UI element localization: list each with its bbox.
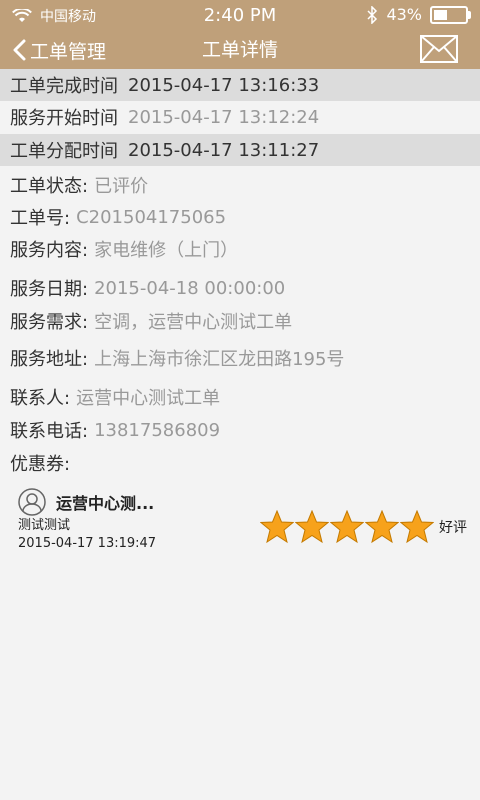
start-time-row: 服务开始时间 2015-04-17 13:12:24 xyxy=(0,101,480,133)
service-date-label: 服务日期: xyxy=(10,279,89,300)
reviewer-name: 运营中心测... xyxy=(56,494,155,513)
back-label: 工单管理 xyxy=(30,40,107,63)
assigned-time-row: 工单分配时间 2015-04-17 13:11:27 xyxy=(0,134,480,166)
battery-icon xyxy=(430,5,471,24)
contact-phone: 联系电话: 13817586809 xyxy=(10,417,220,443)
completed-time-row: 工单完成时间 2015-04-17 13:16:33 xyxy=(0,69,480,101)
status-right: 43% xyxy=(366,5,471,24)
service-date: 服务日期: 2015-04-18 00:00:00 xyxy=(10,275,285,301)
battery-percent: 43% xyxy=(386,5,422,24)
bluetooth-icon xyxy=(367,5,378,24)
order-status-value: 已评价 xyxy=(94,176,149,197)
review-time: 2015-04-17 13:19:47 xyxy=(18,536,157,551)
completed-time-label: 工单完成时间 xyxy=(10,76,118,97)
back-button[interactable]: 工单管理 xyxy=(12,30,106,70)
order-number-value: C201504175065 xyxy=(76,206,227,228)
contact-person: 联系人: 运营中心测试工单 xyxy=(10,384,220,410)
star-icon xyxy=(365,510,399,544)
service-content-value: 家电维修（上门） xyxy=(94,240,239,261)
service-address: 服务地址: 上海上海市徐汇区龙田路195号 xyxy=(10,345,344,371)
service-content-label: 服务内容: xyxy=(10,240,89,261)
rating-label: 好评 xyxy=(439,520,467,536)
review-comment: 测试测试 xyxy=(18,518,71,533)
service-content: 服务内容: 家电维修（上门） xyxy=(10,236,238,262)
star-icons xyxy=(260,510,435,544)
service-request-value: 空调，运营中心测试工单 xyxy=(94,312,293,333)
contact-phone-label: 联系电话: xyxy=(10,421,89,442)
order-status: 工单状态: 已评价 xyxy=(10,172,148,198)
service-address-label: 服务地址: xyxy=(10,349,89,370)
service-address-value: 上海上海市徐汇区龙田路195号 xyxy=(94,349,345,370)
service-date-value: 2015-04-18 00:00:00 xyxy=(94,277,286,299)
avatar-icon xyxy=(18,488,46,516)
contact-person-value: 运营中心测试工单 xyxy=(76,388,221,409)
nav-bar: 工单详情 工单管理 xyxy=(0,30,480,70)
start-time-value: 2015-04-17 13:12:24 xyxy=(128,106,320,128)
star-icon xyxy=(330,510,364,544)
star-rating: 好评 xyxy=(260,510,467,544)
star-icon xyxy=(260,510,294,544)
assigned-time-label: 工单分配时间 xyxy=(10,141,118,162)
order-number-label: 工单号: xyxy=(10,208,71,229)
service-request-label: 服务需求: xyxy=(10,312,89,333)
coupon: 优惠券: xyxy=(10,450,76,476)
star-icon xyxy=(295,510,329,544)
envelope-icon xyxy=(420,35,458,63)
review-card: 运营中心测... 测试测试 2015-04-17 13:19:47 好评 xyxy=(18,488,480,558)
order-status-label: 工单状态: xyxy=(10,176,89,197)
coupon-label: 优惠券: xyxy=(10,454,71,475)
completed-time-value: 2015-04-17 13:16:33 xyxy=(128,74,320,96)
service-request: 服务需求: 空调，运营中心测试工单 xyxy=(10,308,292,334)
assigned-time-value: 2015-04-17 13:11:27 xyxy=(128,139,320,161)
contact-person-label: 联系人: xyxy=(10,388,71,409)
contact-phone-value: 13817586809 xyxy=(94,419,221,441)
start-time-label: 服务开始时间 xyxy=(10,108,118,129)
order-number: 工单号: C201504175065 xyxy=(10,204,226,230)
chevron-left-icon xyxy=(13,39,26,61)
star-icon xyxy=(400,510,434,544)
mail-button[interactable] xyxy=(420,35,458,67)
status-bar: 中国移动 2:40 PM 43% xyxy=(0,0,480,30)
